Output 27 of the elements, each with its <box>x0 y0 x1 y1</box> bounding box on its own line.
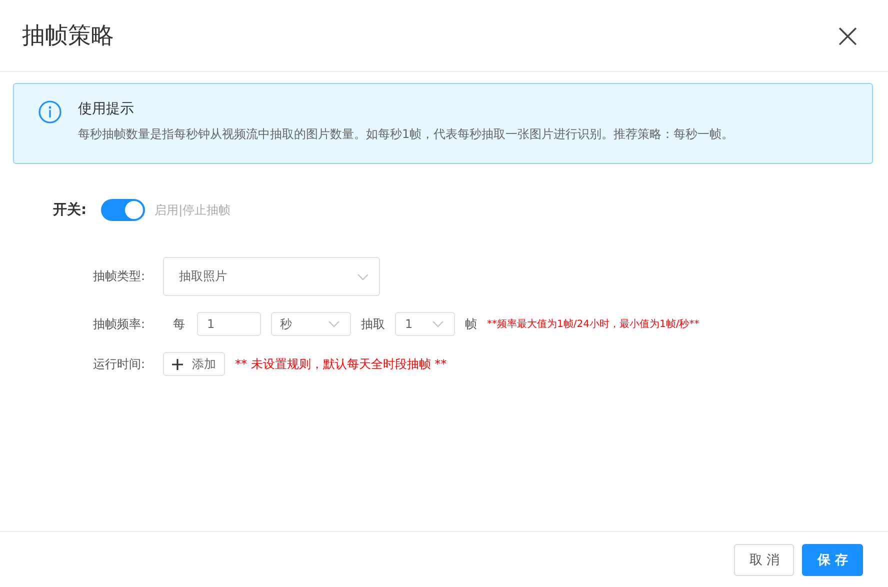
field-label: 运行时间: <box>93 356 146 372</box>
alert-title: 使用提示 <box>78 100 135 118</box>
every-text: 每 <box>173 316 185 332</box>
chevron-down-icon <box>432 320 444 328</box>
frequency-note: **频率最大值为1帧/24小时，最小值为1帧/秒** <box>487 318 700 331</box>
unit-select[interactable]: 秒 <box>271 312 351 336</box>
frame-text: 帧 <box>465 316 477 332</box>
add-button[interactable]: 添加 <box>163 352 225 376</box>
toggle-switch[interactable] <box>100 199 145 221</box>
switch-hint: 启用|停止抽帧 <box>154 202 231 218</box>
switch-label: 开关: <box>53 201 87 219</box>
alert-text: 每秒抽帧数量是指每秒钟从视频流中抽取的图片数量。如每秒1帧，代表每秒抽取一张图片进行识别。推荐策略：每秒一帧。 <box>78 126 734 143</box>
extract-text: 抽取 <box>361 316 385 332</box>
interval-input[interactable]: 1 <box>197 312 261 336</box>
cancel-button[interactable]: 取 消 <box>734 544 794 576</box>
info-icon <box>38 100 62 124</box>
field-label: 抽帧类型: <box>93 268 146 285</box>
save-button[interactable]: 保 存 <box>802 544 863 576</box>
time-note: ** 未设置规则，默认每天全时段抽帧 ** <box>235 356 447 372</box>
type-select[interactable]: 抽取照片 <box>163 257 380 296</box>
dialog-title: 抽帧策略 <box>22 22 114 51</box>
plus-icon <box>172 358 183 370</box>
field-label: 抽帧频率: <box>93 316 146 332</box>
count-select[interactable]: 1 <box>395 312 455 336</box>
chevron-down-icon <box>328 320 340 328</box>
chevron-down-icon <box>357 272 369 280</box>
close-button[interactable]: × <box>834 18 862 52</box>
